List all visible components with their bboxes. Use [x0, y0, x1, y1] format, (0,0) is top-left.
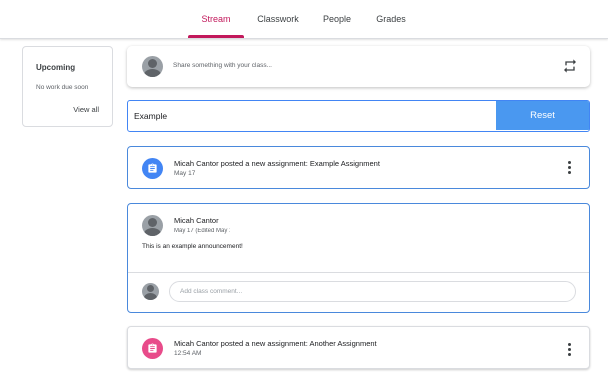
assignment-icon: [142, 158, 163, 179]
divider: [128, 272, 589, 273]
post-title: Micah Cantor posted a new assignment: Ex…: [174, 159, 380, 168]
filter-input[interactable]: [128, 101, 498, 130]
share-box[interactable]: Share something with your class...: [127, 46, 590, 87]
more-options-icon[interactable]: [567, 343, 571, 357]
reset-button[interactable]: Reset: [496, 101, 589, 130]
post-date: May 17: [174, 170, 196, 177]
stream-item-announcement: Micah Cantor May 17 (Edited May 1 This i…: [127, 203, 590, 313]
upcoming-panel: Upcoming No work due soon View all: [22, 46, 113, 127]
share-prompt[interactable]: Share something with your class...: [173, 62, 272, 69]
filter-row: Reset: [127, 100, 590, 132]
tab-people-label: People: [322, 14, 352, 24]
post-date: 12:54 AM: [174, 350, 202, 357]
person-avatar-icon: [142, 56, 163, 77]
active-tab-indicator: [188, 35, 244, 38]
class-comment-input[interactable]: [169, 281, 576, 302]
announcement-author: Micah Cantor: [174, 216, 219, 225]
stream-item-assignment[interactable]: Micah Cantor posted a new assignment: An…: [127, 326, 590, 369]
assignment-icon: [142, 338, 163, 359]
tab-grades[interactable]: Grades: [371, 0, 411, 38]
tab-people[interactable]: People: [318, 0, 356, 38]
tab-classwork-label: Classwork: [257, 14, 299, 24]
person-avatar-icon: [142, 215, 163, 236]
commenter-avatar-icon: [142, 283, 159, 300]
view-all-link[interactable]: View all: [73, 105, 99, 114]
top-nav: Stream Classwork People Grades: [0, 0, 608, 39]
announcement-date: May 17 (Edited May 1: [174, 228, 230, 234]
tab-stream[interactable]: Stream: [188, 0, 244, 38]
tab-classwork[interactable]: Classwork: [252, 0, 304, 38]
upcoming-title: Upcoming: [36, 63, 76, 72]
announcement-message: This is an example announcement!: [142, 243, 243, 250]
post-title: Micah Cantor posted a new assignment: An…: [174, 339, 377, 348]
repost-icon[interactable]: [562, 58, 578, 74]
tab-stream-label: Stream: [201, 14, 231, 24]
more-options-icon[interactable]: [567, 161, 571, 175]
stream-item-assignment[interactable]: Micah Cantor posted a new assignment: Ex…: [127, 146, 590, 189]
tab-grades-label: Grades: [376, 14, 406, 24]
upcoming-empty-text: No work due soon: [36, 84, 89, 91]
